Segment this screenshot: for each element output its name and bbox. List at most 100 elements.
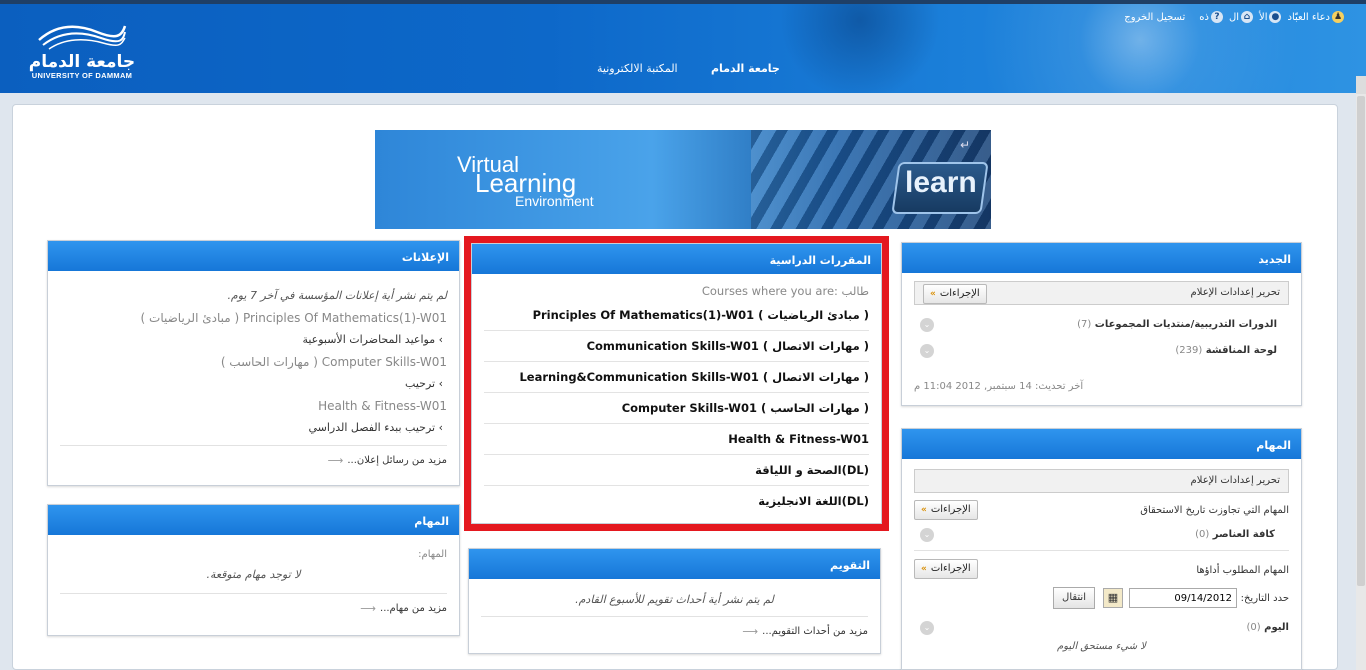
whats-new-actions-button[interactable]: الإجراءات » bbox=[923, 284, 987, 304]
tasks-right-title: المهام bbox=[902, 429, 1301, 459]
nothing-due-msg: لا شيء مستحق اليوم bbox=[1057, 641, 1146, 652]
date-row: حدد التاريخ: ▦ انتقال bbox=[914, 585, 1289, 613]
tasks-right-action-bar: تحرير إعدادات الإعلام bbox=[914, 469, 1289, 493]
my-places-label: الأ bbox=[1259, 11, 1268, 23]
calendar-more-label: مزيد من أحداث التقويم... bbox=[762, 626, 868, 637]
user-icon: ♟ bbox=[1332, 11, 1344, 23]
ann-item-3[interactable]: › ترحيب ببدء الفصل الدراسي bbox=[60, 417, 447, 439]
row-1-count: (7) bbox=[1077, 319, 1092, 330]
tasks-right-portlet: المهام تحرير إعدادات الإعلام المهام التي… bbox=[901, 428, 1302, 670]
arrow-right-icon: ⟶ bbox=[360, 602, 377, 615]
top-strip bbox=[0, 0, 1366, 4]
whats-new-row-1[interactable]: الدورات التدريبية/منتديات المجموعات (7) … bbox=[914, 313, 1289, 339]
chevron-down-icon: » bbox=[921, 564, 927, 574]
calendar-portlet: التقويم لم يتم نشر أية أحداث تقويم للأسب… bbox=[468, 548, 881, 654]
announcements-portlet: الإعلانات لم يتم نشر أية إعلانات المؤسسة… bbox=[47, 240, 460, 486]
today-row[interactable]: اليوم (0) ⌄ bbox=[914, 617, 1289, 639]
chevron-down-icon: » bbox=[921, 505, 927, 515]
whats-new-row-2-label: لوحة المناقشة (239) bbox=[1175, 345, 1277, 356]
whats-new-updated: آخر تحديث: 14 سبتمبر, 2012 11:04 م bbox=[914, 381, 1084, 392]
whats-new-edit-link[interactable]: تحرير إعدادات الإعلام bbox=[1191, 287, 1280, 298]
tasks-left-more-link[interactable]: مزيد من مهام... ⟶ bbox=[60, 602, 447, 615]
tasks-left-none-msg: لا توجد مهام متوقعة. bbox=[206, 568, 301, 581]
calendar-icon[interactable]: ▦ bbox=[1103, 588, 1123, 608]
needed-label: المهام المطلوب أداؤها bbox=[1196, 565, 1289, 576]
highlight-frame bbox=[464, 236, 889, 531]
whats-new-row-2[interactable]: لوحة المناقشة (239) ⌄ bbox=[914, 339, 1289, 365]
expand-circle-icon[interactable]: ⌄ bbox=[920, 621, 934, 635]
whats-new-title: الجديد bbox=[902, 243, 1301, 273]
scroll-up-button[interactable] bbox=[1356, 76, 1366, 94]
calendar-separator bbox=[481, 616, 868, 617]
whats-new-row-1-label: الدورات التدريبية/منتديات المجموعات (7) bbox=[1077, 319, 1277, 330]
chevron-down-icon: » bbox=[930, 289, 936, 299]
person-icon: ● bbox=[1269, 11, 1282, 23]
home-icon: ⌂ bbox=[1241, 11, 1253, 23]
date-label: حدد التاريخ: bbox=[1240, 593, 1289, 604]
vle-banner: Virtual Learning Environment learn ↵ bbox=[375, 130, 991, 229]
go-button[interactable]: انتقال bbox=[1053, 587, 1095, 609]
needed-row: المهام المطلوب أداؤها الإجراءات » bbox=[914, 557, 1289, 585]
enter-arrow-icon: ↵ bbox=[960, 138, 971, 152]
actions-label: الإجراءات bbox=[930, 563, 971, 574]
whats-new-portlet: الجديد تحرير إعدادات الإعلام الإجراءات »… bbox=[901, 242, 1302, 406]
learn-key-text: learn bbox=[905, 166, 977, 199]
ann-item-3-label: ترحيب ببدء الفصل الدراسي bbox=[308, 421, 436, 434]
row-2-text: لوحة المناقشة bbox=[1205, 345, 1277, 356]
ann-item-2[interactable]: › ترحيب bbox=[60, 373, 447, 395]
today-text: اليوم bbox=[1264, 622, 1289, 633]
help-label: ذه bbox=[1199, 11, 1209, 23]
actions-label: الإجراءات bbox=[930, 504, 971, 515]
main-nav: جامعة الدمام المكتبة الالكترونية bbox=[0, 62, 1366, 80]
ann-course-2[interactable]: Computer Skills-W01 ( مهارات الحاسب ) bbox=[60, 351, 447, 373]
date-input[interactable] bbox=[1129, 588, 1237, 608]
tasks-left-portlet: المهام المهام: لا توجد مهام متوقعة. مزيد… bbox=[47, 504, 460, 636]
nav-tab-university[interactable]: جامعة الدمام bbox=[711, 62, 780, 75]
row-2-count: (239) bbox=[1175, 345, 1203, 356]
calendar-more-link[interactable]: مزيد من أحداث التقويم... ⟶ bbox=[481, 625, 868, 638]
all-items-row[interactable]: كافة العناصر (0) ⌄ bbox=[914, 526, 1289, 546]
tasks-left-separator bbox=[60, 593, 447, 594]
arrow-right-icon: ⟶ bbox=[742, 625, 759, 638]
home-item[interactable]: ⌂ ال bbox=[1229, 11, 1253, 23]
page-scrollbar[interactable] bbox=[1356, 76, 1366, 670]
calendar-none-msg: لم يتم نشر أية أحداث تقويم للأسبوع القاد… bbox=[575, 593, 774, 606]
announcements-more-label: مزيد من رسائل إعلان... bbox=[347, 455, 447, 466]
whats-new-action-bar: تحرير إعدادات الإعلام الإجراءات » bbox=[914, 281, 1289, 305]
today-count: (0) bbox=[1246, 622, 1261, 633]
ann-item-2-label: ترحيب bbox=[405, 377, 436, 390]
announcements-more-link[interactable]: مزيد من رسائل إعلان... ⟶ bbox=[60, 454, 447, 467]
user-name-item[interactable]: ♟ دعاء العبّاد bbox=[1287, 11, 1344, 23]
all-items-text: كافة العناصر bbox=[1212, 529, 1275, 540]
calendar-title: التقويم bbox=[469, 549, 880, 579]
past-due-row: المهام التي تجاوزت تاريخ الاستحقاق الإجر… bbox=[914, 498, 1289, 526]
my-places-item[interactable]: ● الأ bbox=[1259, 11, 1282, 23]
ann-course-3[interactable]: Health & Fitness-W01 bbox=[60, 395, 447, 417]
announcements-title: الإعلانات bbox=[48, 241, 459, 271]
help-item[interactable]: ? ذه bbox=[1199, 11, 1223, 23]
scroll-thumb[interactable] bbox=[1357, 96, 1365, 586]
tasks-left-title: المهام bbox=[48, 505, 459, 535]
tasks-right-separator bbox=[914, 550, 1289, 551]
tasks-left-more-label: مزيد من مهام... bbox=[380, 603, 447, 614]
help-icon: ? bbox=[1210, 11, 1223, 23]
ann-course-1[interactable]: Principles Of Mathematics(1)-W01 ( مبادئ… bbox=[60, 307, 447, 329]
tasks-right-edit-link[interactable]: تحرير إعدادات الإعلام bbox=[1191, 475, 1280, 486]
all-items-count: (0) bbox=[1195, 529, 1210, 540]
nav-tab-library[interactable]: المكتبة الالكترونية bbox=[597, 62, 678, 75]
expand-circle-icon[interactable]: ⌄ bbox=[920, 344, 934, 358]
logout-label: تسجيل الخروج bbox=[1124, 11, 1186, 23]
expand-circle-icon[interactable]: ⌄ bbox=[920, 528, 934, 542]
needed-actions-button[interactable]: الإجراءات » bbox=[914, 559, 978, 579]
today-label: اليوم (0) bbox=[1246, 622, 1289, 633]
past-due-actions-button[interactable]: الإجراءات » bbox=[914, 500, 978, 520]
expand-circle-icon[interactable]: ⌄ bbox=[920, 318, 934, 332]
ann-item-1[interactable]: › مواعيد المحاضرات الأسبوعية bbox=[60, 329, 447, 351]
tasks-left-label: المهام: bbox=[418, 549, 447, 560]
logout-link[interactable]: تسجيل الخروج bbox=[1124, 12, 1185, 23]
logo-waves-icon bbox=[38, 25, 127, 50]
user-name: دعاء العبّاد bbox=[1287, 11, 1330, 23]
home-label: ال bbox=[1228, 11, 1239, 23]
row-1-text: الدورات التدريبية/منتديات المجموعات bbox=[1094, 319, 1277, 330]
announcements-none-msg: لم يتم نشر أية إعلانات المؤسسة في آخر 7 … bbox=[227, 289, 447, 302]
